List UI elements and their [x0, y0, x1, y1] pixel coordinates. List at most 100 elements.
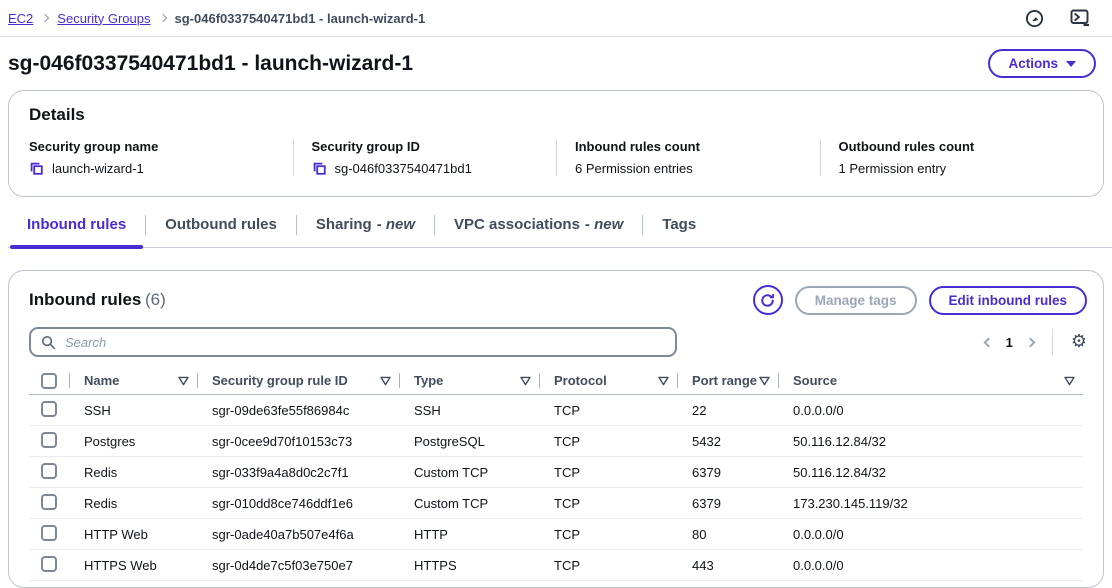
cell-type: Custom TCP — [399, 465, 539, 480]
cell-port-range: 443 — [677, 558, 778, 573]
tab-inbound-rules[interactable]: Inbound rules — [8, 203, 145, 247]
search-input[interactable] — [65, 335, 665, 350]
cell-protocol: TCP — [539, 558, 677, 573]
chevron-right-icon — [158, 14, 166, 22]
tab-label: Tags — [662, 216, 696, 233]
cell-rule-id: sgr-033f9a4a8d0c2c7f1 — [197, 465, 399, 480]
cell-name: SSH — [69, 403, 197, 418]
filter-icon[interactable] — [658, 376, 669, 386]
table-row[interactable]: Redis sgr-010dd8ce746ddf1e6 Custom TCP T… — [29, 488, 1083, 519]
column-header-source[interactable]: Source — [778, 367, 1083, 394]
cell-rule-id: sgr-09de63fe55f86984c — [197, 403, 399, 418]
row-checkbox[interactable] — [41, 556, 57, 572]
select-all-checkbox-cell — [29, 367, 69, 394]
cell-protocol: TCP — [539, 496, 677, 511]
cell-port-range: 22 — [677, 403, 778, 418]
cell-source: 0.0.0.0/0 — [778, 403, 1083, 418]
detail-label: Inbound rules count — [575, 139, 808, 154]
cell-type: HTTPS — [399, 558, 539, 573]
cell-source: 173.230.145.119/32 — [778, 496, 1083, 511]
tab-sharing[interactable]: Sharing - new — [297, 203, 434, 247]
cell-type: HTTP — [399, 527, 539, 542]
cell-port-range: 80 — [677, 527, 778, 542]
refresh-icon — [760, 293, 775, 308]
cell-protocol: TCP — [539, 527, 677, 542]
tab-label: Outbound rules — [165, 216, 277, 233]
detail-security-group-id: Security group ID sg-046f0337540471bd1 — [293, 139, 557, 176]
cell-port-range: 5432 — [677, 434, 778, 449]
chevron-down-icon — [1066, 61, 1076, 67]
cell-protocol: TCP — [539, 403, 677, 418]
column-header-rule-id[interactable]: Security group rule ID — [197, 367, 399, 394]
detail-label: Security group ID — [312, 139, 545, 154]
filter-icon[interactable] — [759, 376, 770, 386]
column-label: Source — [793, 373, 837, 388]
table-row[interactable]: Redis sgr-033f9a4a8d0c2c7f1 Custom TCP T… — [29, 457, 1083, 488]
tab-tags[interactable]: Tags — [643, 203, 715, 247]
copy-icon[interactable] — [312, 161, 327, 176]
detail-label: Security group name — [29, 139, 281, 154]
row-checkbox[interactable] — [41, 525, 57, 541]
table-row[interactable]: SSH sgr-09de63fe55f86984c SSH TCP 22 0.0… — [29, 395, 1083, 426]
top-navigation-bar: EC2 Security Groups sg-046f0337540471bd1… — [0, 0, 1112, 37]
filter-icon[interactable] — [178, 376, 189, 386]
breadcrumb-security-groups-link[interactable]: Security Groups — [57, 11, 150, 26]
previous-page-button[interactable] — [985, 339, 992, 346]
filter-icon[interactable] — [520, 376, 531, 386]
tab-label: Sharing — [316, 216, 372, 233]
detail-inbound-rules-count: Inbound rules count 6 Permission entries — [556, 139, 820, 176]
table-row[interactable]: HTTP Web sgr-0ade40a7b507e4f6a HTTP TCP … — [29, 519, 1083, 550]
detail-security-group-name: Security group name launch-wizard-1 — [29, 139, 293, 176]
cell-name: Redis — [69, 465, 197, 480]
breadcrumb-ec2-link[interactable]: EC2 — [8, 11, 33, 26]
chevron-right-icon — [41, 14, 49, 22]
cell-rule-id: sgr-0ade40a7b507e4f6a — [197, 527, 399, 542]
column-label: Port range — [692, 373, 757, 388]
cell-source: 0.0.0.0/0 — [778, 527, 1083, 542]
tab-new-badge: - new — [585, 216, 623, 233]
cloudshell-icon[interactable] — [1070, 8, 1092, 28]
cell-port-range: 6379 — [677, 496, 778, 511]
cell-name: Postgres — [69, 434, 197, 449]
table-row[interactable]: Postgres sgr-0cee9d70f10153c73 PostgreSQ… — [29, 426, 1083, 457]
copy-icon[interactable] — [29, 161, 44, 176]
cell-name: HTTPS Web — [69, 558, 197, 573]
row-checkbox[interactable] — [41, 432, 57, 448]
search-icon — [41, 335, 56, 350]
chevron-left-icon — [983, 337, 993, 347]
tab-label: Inbound rules — [27, 216, 126, 233]
amazon-q-icon[interactable] — [1025, 9, 1044, 28]
gear-icon[interactable]: ⚙ — [1071, 333, 1087, 351]
edit-inbound-rules-button[interactable]: Edit inbound rules — [929, 286, 1088, 315]
page-title: sg-046f0337540471bd1 - launch-wizard-1 — [8, 52, 413, 76]
filter-icon[interactable] — [380, 376, 391, 386]
column-label: Type — [414, 373, 443, 388]
actions-button[interactable]: Actions — [988, 49, 1096, 78]
manage-tags-button[interactable]: Manage tags — [795, 286, 917, 315]
tab-new-badge: - new — [377, 216, 415, 233]
column-label: Name — [84, 373, 119, 388]
tab-vpc-associations[interactable]: VPC associations - new — [435, 203, 642, 247]
refresh-button[interactable] — [753, 285, 783, 315]
column-header-port-range[interactable]: Port range — [677, 367, 778, 394]
divider — [1052, 329, 1053, 355]
row-checkbox[interactable] — [41, 401, 57, 417]
cell-protocol: TCP — [539, 434, 677, 449]
next-page-button[interactable] — [1027, 339, 1034, 346]
row-checkbox[interactable] — [41, 494, 57, 510]
select-all-checkbox[interactable] — [41, 373, 57, 389]
detail-value: 1 Permission entry — [839, 161, 947, 176]
column-header-name[interactable]: Name — [69, 367, 197, 394]
cell-rule-id: sgr-0cee9d70f10153c73 — [197, 434, 399, 449]
table-row[interactable]: HTTPS Web sgr-0d4de7c5f03e750e7 HTTPS TC… — [29, 550, 1083, 581]
tab-outbound-rules[interactable]: Outbound rules — [146, 203, 296, 247]
column-header-type[interactable]: Type — [399, 367, 539, 394]
column-header-protocol[interactable]: Protocol — [539, 367, 677, 394]
cell-rule-id: sgr-0d4de7c5f03e750e7 — [197, 558, 399, 573]
column-label: Security group rule ID — [212, 373, 348, 388]
panel-title: Inbound rules — [29, 290, 141, 309]
filter-icon[interactable] — [1064, 376, 1075, 386]
row-checkbox[interactable] — [41, 463, 57, 479]
breadcrumb: EC2 Security Groups sg-046f0337540471bd1… — [8, 11, 425, 26]
detail-value: launch-wizard-1 — [52, 161, 144, 176]
